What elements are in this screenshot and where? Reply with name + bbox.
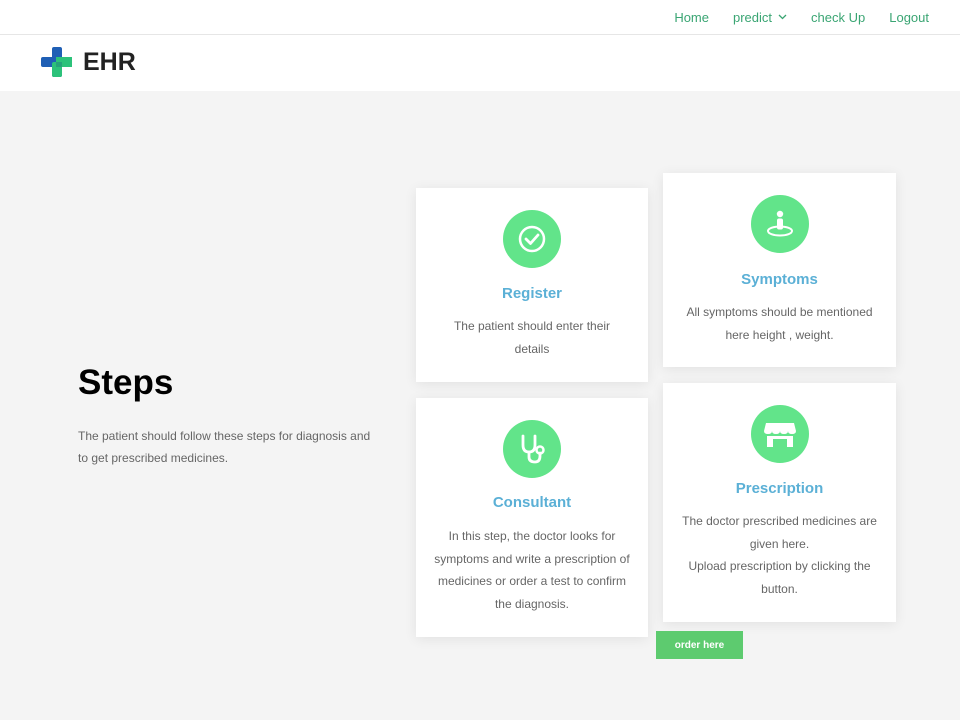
store-icon <box>763 423 796 447</box>
register-title: Register <box>501 285 563 302</box>
top-bar: Home predict check Up Logout <box>0 0 960 35</box>
medical-cross-icon[interactable] <box>41 47 72 77</box>
register-icon-circle <box>503 210 561 268</box>
steps-description: The patient should follow these steps fo… <box>78 429 371 465</box>
symptoms-icon-circle <box>750 195 809 253</box>
consultant-text: In this step, the doctor looks for sympt… <box>434 529 630 611</box>
consultant-card: Consultant In this step, the doctor look… <box>416 398 648 637</box>
consultant-icon-circle <box>503 420 561 478</box>
order-here-button[interactable]: order here <box>656 631 743 659</box>
site-header: EHR <box>0 35 960 91</box>
stethoscope-icon <box>521 434 545 464</box>
symptoms-title: Symptoms <box>741 271 818 288</box>
steps-title: Steps <box>78 363 174 402</box>
symptoms-card: Symptoms All symptoms should be mentione… <box>663 173 896 367</box>
nav-home-link[interactable]: Home <box>674 10 709 25</box>
nav-predict-label: predict <box>733 9 773 25</box>
prescription-card: Prescription The doctor prescribed medic… <box>663 383 896 622</box>
chevron-down-icon <box>778 14 787 20</box>
prescription-text-line2: Upload prescription by clicking the butt… <box>688 559 871 596</box>
nav-logout-link[interactable]: Logout <box>889 10 929 25</box>
nav-logout-label: Logout <box>889 9 929 25</box>
consultant-title: Consultant <box>492 494 572 511</box>
nav-predict-link[interactable]: predict <box>733 10 787 25</box>
prescription-text-line1: The doctor prescribed medicines are give… <box>682 514 877 551</box>
top-nav: Home predict check Up Logout <box>674 0 929 34</box>
symptoms-text: All symptoms should be mentioned here he… <box>686 305 873 342</box>
prescription-text: The doctor prescribed medicines are give… <box>680 510 880 600</box>
person-location-icon <box>766 210 793 237</box>
check-circle-icon <box>518 225 546 253</box>
prescription-title: Prescription <box>735 480 824 497</box>
register-card: Register The patient should enter their … <box>416 188 648 382</box>
nav-checkup-link[interactable]: check Up <box>811 10 865 25</box>
nav-home-label: Home <box>674 9 709 25</box>
brand-name[interactable]: EHR <box>83 47 136 77</box>
prescription-icon-circle <box>750 405 809 463</box>
register-text: The patient should enter their details <box>453 319 611 356</box>
nav-checkup-label: check Up <box>811 9 866 25</box>
